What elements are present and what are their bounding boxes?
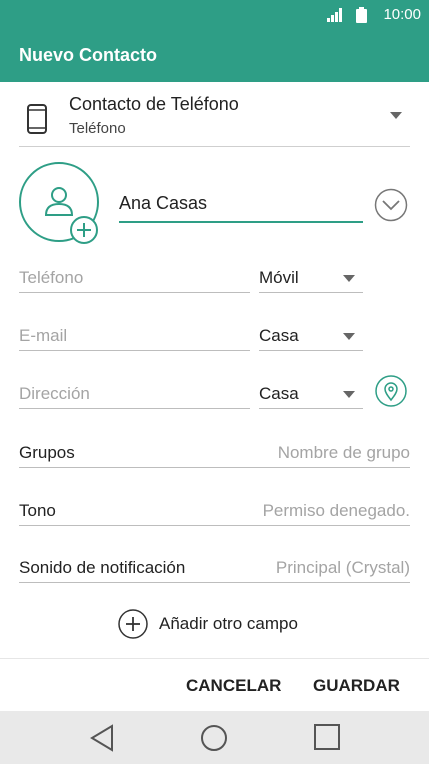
status-bar: 10:00	[0, 0, 429, 30]
phone-placeholder: Teléfono	[19, 268, 84, 287]
account-selector[interactable]: Contacto de Teléfono Teléfono	[19, 82, 410, 147]
phone-input[interactable]: Teléfono	[19, 262, 250, 293]
expand-name-icon[interactable]	[374, 188, 408, 222]
location-pin-icon[interactable]	[375, 375, 407, 407]
groups-label: Grupos	[19, 443, 75, 462]
page-title: Nuevo Contacto	[19, 45, 158, 65]
navigation-bar	[0, 711, 429, 764]
email-input[interactable]: E-mail	[19, 320, 250, 351]
add-field-label: Añadir otro campo	[159, 614, 298, 633]
address-type-value: Casa	[259, 384, 299, 403]
app-bar: Nuevo Contacto	[0, 30, 429, 82]
cancel-button[interactable]: CANCELAR	[186, 676, 281, 696]
email-type-select[interactable]: Casa	[259, 320, 363, 351]
dropdown-arrow-icon	[343, 391, 355, 398]
divider	[0, 658, 429, 659]
ringtone-label: Tono	[19, 501, 56, 520]
account-subtitle: Teléfono	[69, 120, 126, 137]
add-photo-button[interactable]	[19, 162, 99, 244]
email-type-value: Casa	[259, 326, 299, 345]
add-photo-icon	[70, 216, 98, 244]
email-placeholder: E-mail	[19, 326, 68, 345]
person-icon	[44, 187, 74, 216]
groups-value: Nombre de grupo	[277, 443, 410, 462]
recent-apps-icon[interactable]	[314, 724, 340, 750]
notification-sound-row[interactable]: Sonido de notificación Principal (Crysta…	[19, 554, 410, 583]
signal-icon	[327, 8, 342, 22]
groups-row[interactable]: Grupos Nombre de grupo	[19, 439, 410, 468]
dropdown-arrow-icon	[390, 112, 402, 119]
name-value: Ana Casas	[119, 193, 208, 213]
home-icon[interactable]	[200, 724, 228, 752]
phone-type-select[interactable]: Móvil	[259, 262, 363, 293]
save-button[interactable]: GUARDAR	[313, 676, 400, 696]
address-type-select[interactable]: Casa	[259, 378, 363, 409]
notification-sound-value: Principal (Crystal)	[275, 558, 410, 577]
name-input[interactable]: Ana Casas	[119, 190, 363, 223]
phone-type-value: Móvil	[259, 268, 299, 287]
add-circle-icon	[118, 609, 148, 639]
notification-sound-label: Sonido de notificación	[19, 558, 186, 577]
address-placeholder: Dirección	[19, 384, 90, 403]
address-input[interactable]: Dirección	[19, 378, 250, 409]
phone-device-icon	[27, 104, 47, 134]
back-icon[interactable]	[89, 724, 115, 752]
clock: 10:00	[383, 6, 421, 23]
account-title: Contacto de Teléfono	[69, 94, 239, 114]
ringtone-value: Permiso denegado.	[262, 501, 410, 520]
ringtone-row[interactable]: Tono Permiso denegado.	[19, 497, 410, 526]
dropdown-arrow-icon	[343, 275, 355, 282]
battery-icon	[356, 7, 367, 23]
dropdown-arrow-icon	[343, 333, 355, 340]
